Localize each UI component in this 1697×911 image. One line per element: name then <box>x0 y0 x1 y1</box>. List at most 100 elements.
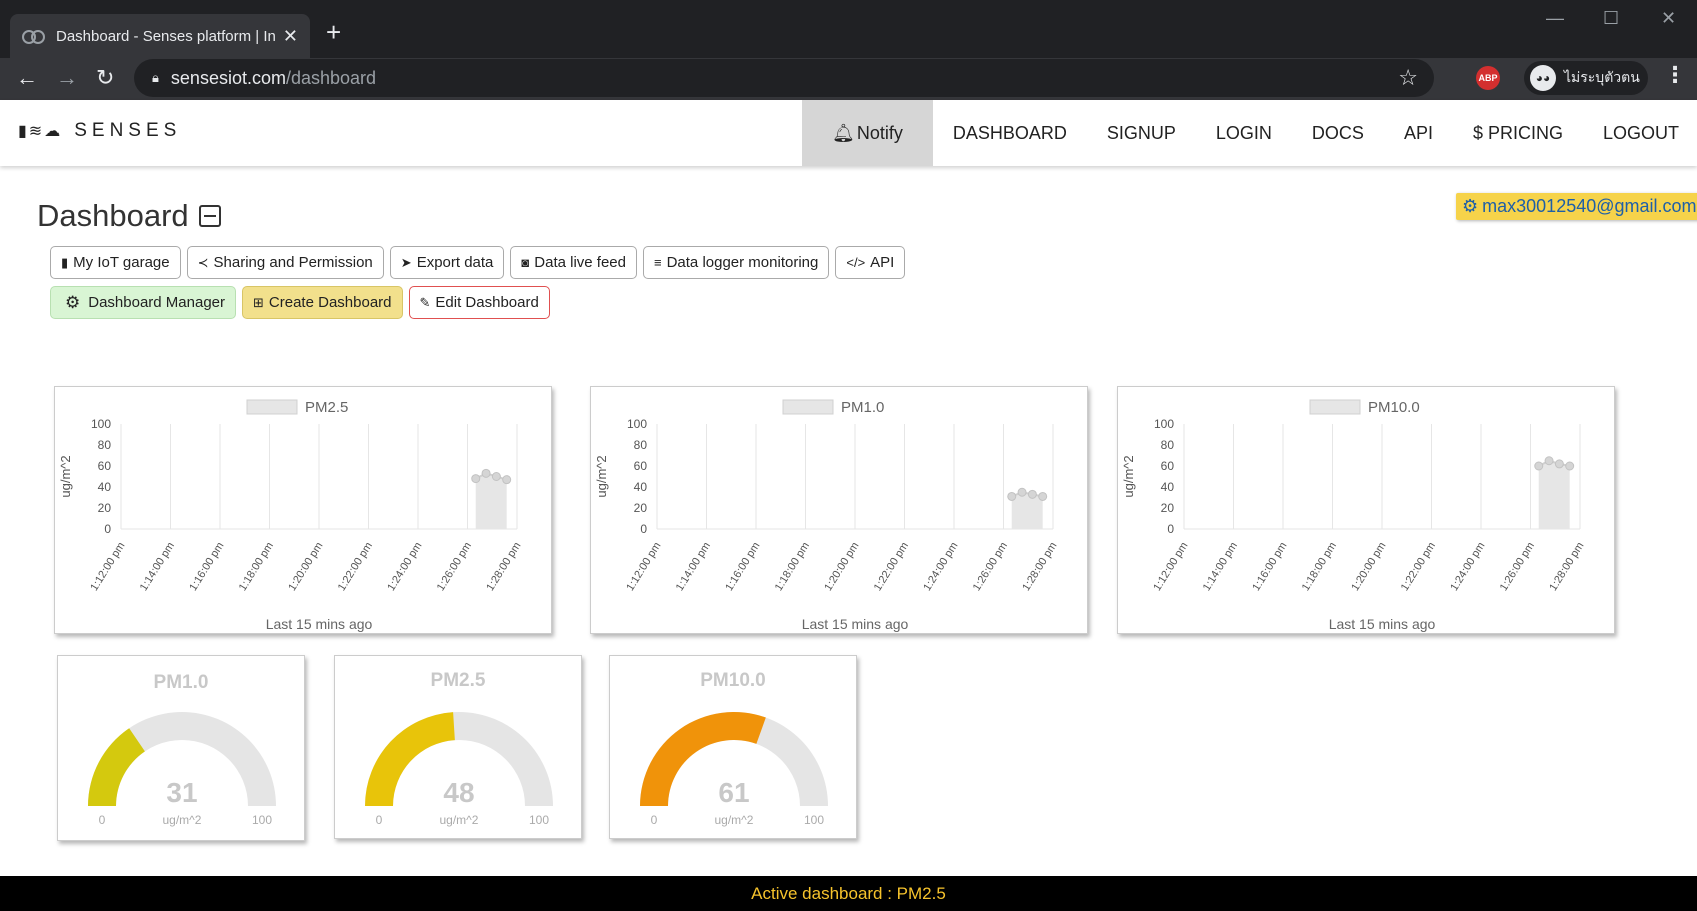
page-title-text: Dashboard <box>37 198 189 233</box>
data-point <box>471 474 481 484</box>
data-live-feed-button[interactable]: ◙ Data live feed <box>510 246 637 279</box>
browser-tab[interactable]: Dashboard - Senses platform | In ✕ <box>10 14 310 58</box>
minimize-icon[interactable]: — <box>1546 8 1564 29</box>
gauge-card-pm25: PM2.5 48 ug/m^2 0 100 <box>334 655 582 839</box>
area-fill <box>1011 492 1043 529</box>
my-iot-garage-label: My IoT garage <box>73 254 170 271</box>
browser-toolbar: ← → ↻ 🔒︎ sensesiot.com/dashboard ☆ ABP ◕… <box>0 58 1697 100</box>
nav-menu: 🔔︎ Notify DASHBOARD SIGNUP LOGIN DOCS API… <box>801 100 1697 166</box>
back-icon[interactable]: ← <box>16 64 38 92</box>
nav-docs[interactable]: DOCS <box>1292 100 1384 166</box>
y-tick-label: 100 <box>1154 417 1174 431</box>
gauge-unit: ug/m^2 <box>163 813 202 827</box>
gauge-fill <box>365 712 455 806</box>
x-tick-label: 1:18:00 pm <box>237 540 276 593</box>
data-point <box>1007 491 1017 501</box>
legend-label: PM10.0 <box>1368 399 1420 416</box>
x-tick-label: 1:24:00 pm <box>921 540 960 593</box>
reload-icon[interactable]: ↻ <box>96 64 114 92</box>
y-tick-label: 60 <box>1161 459 1175 473</box>
area-fill <box>475 473 507 529</box>
adblock-icon[interactable]: ABP <box>1476 66 1500 90</box>
gauge-unit: ug/m^2 <box>715 813 754 827</box>
profile-name: ไม่ระบุตัวตน <box>1564 69 1640 85</box>
nav-signup[interactable]: SIGNUP <box>1087 100 1196 166</box>
menu-icon[interactable]: ⋮ <box>1664 62 1686 88</box>
chart-pm25: PM2.5 100 80 60 40 20 0 ug/m^2 1:12:00 pm 1:14:00… <box>58 399 524 632</box>
bookmark-star-icon[interactable]: ☆ <box>1398 65 1418 91</box>
site-navbar: ▮≋☁ SENSES 🔔︎ Notify DASHBOARD SIGNUP LOG… <box>0 100 1697 166</box>
y-tick-label: 20 <box>98 501 112 515</box>
share-icon: ≺ <box>197 254 209 270</box>
data-point <box>491 472 501 481</box>
nav-notify[interactable]: 🔔︎ Notify <box>801 100 933 166</box>
gauge-value: 61 <box>718 777 749 808</box>
gauge-max: 100 <box>252 813 272 827</box>
x-tick-label: 1:28:00 pm <box>1020 540 1059 593</box>
nav-logout[interactable]: LOGOUT <box>1583 100 1697 166</box>
x-tick-label: 1:28:00 pm <box>1547 540 1586 593</box>
y-axis-label: ug/m^2 <box>594 455 609 497</box>
maximize-icon[interactable]: ☐ <box>1603 8 1619 29</box>
collapse-icon[interactable] <box>198 205 221 227</box>
y-tick-label: 40 <box>634 480 648 494</box>
data-point <box>1544 456 1554 466</box>
x-tick-label: 1:12:00 pm <box>1151 540 1190 593</box>
y-axis-label: ug/m^2 <box>1121 455 1136 497</box>
my-iot-garage-button[interactable]: ▮ My IoT garage <box>50 246 181 279</box>
y-tick-label: 100 <box>627 417 647 431</box>
data-point <box>481 468 491 478</box>
paper-plane-icon: ➤ <box>400 254 412 270</box>
data-point <box>1554 459 1564 469</box>
close-icon[interactable]: ✕ <box>283 26 298 47</box>
y-tick-label: 0 <box>104 522 111 536</box>
nav-dashboard[interactable]: DASHBOARD <box>933 100 1087 166</box>
data-logger-monitoring-button[interactable]: ≡ Data logger monitoring <box>643 246 830 279</box>
infinity-icon <box>22 30 45 44</box>
device-wifi-cloud-icon: ▮≋☁ <box>18 123 63 140</box>
export-data-button[interactable]: ➤ Export data <box>389 246 505 279</box>
nav-login[interactable]: LOGIN <box>1196 100 1292 166</box>
x-tick-label: 1:18:00 pm <box>773 540 812 593</box>
x-tick-label: 1:14:00 pm <box>674 540 713 593</box>
chart-card-pm10: PM1.0 100 80 60 40 20 0 ug/m^2 1:12:00 pm 1:14:00… <box>590 386 1088 634</box>
data-point <box>1027 489 1037 499</box>
lock-icon: 🔒︎ <box>152 70 159 85</box>
y-tick-label: 40 <box>1161 480 1175 494</box>
x-tick-label: 1:26:00 pm <box>1498 540 1537 593</box>
legend-swatch <box>782 399 834 415</box>
gauge-unit: ug/m^2 <box>440 813 479 827</box>
data-point <box>1017 487 1027 497</box>
y-tick-label: 20 <box>1161 501 1175 515</box>
legend-label: PM2.5 <box>305 399 348 416</box>
dashboard-manager-button[interactable]: ⚙ Dashboard Manager <box>50 286 237 319</box>
user-email-badge[interactable]: ⚙ max30012540@gmail.com <box>1456 193 1697 220</box>
nav-pricing[interactable]: $ PRICING <box>1453 100 1583 166</box>
incognito-icon: ◕◕ <box>1530 65 1556 91</box>
edit-dashboard-button[interactable]: ✎ Edit Dashboard <box>408 286 550 319</box>
area-fill <box>1538 460 1570 529</box>
brand-logo[interactable]: ▮≋☁ SENSES <box>18 120 181 142</box>
new-tab-button[interactable]: + <box>326 18 341 46</box>
profile-button[interactable]: ◕◕ ไม่ระบุตัวตน <box>1524 61 1648 95</box>
gauge-value: 31 <box>166 777 197 808</box>
x-axis-label: Last 15 mins ago <box>266 616 373 632</box>
sharing-permission-button[interactable]: ≺ Sharing and Permission <box>186 246 384 279</box>
close-window-icon[interactable]: ✕ <box>1661 8 1676 29</box>
data-point <box>1565 461 1575 471</box>
y-tick-label: 0 <box>1167 522 1174 536</box>
chart-card-pm25: PM2.5 100 80 60 40 20 0 ug/m^2 1:12:00 pm 1:14:00… <box>54 386 552 634</box>
rss-icon: ◙ <box>521 255 530 270</box>
api-button[interactable]: </> API <box>835 246 906 279</box>
address-bar[interactable]: 🔒︎ sensesiot.com/dashboard ☆ <box>134 59 1434 97</box>
gauge-min: 0 <box>376 813 383 827</box>
edit-dashboard-label: Edit Dashboard <box>435 294 539 311</box>
gear-icon: ⚙ <box>65 292 81 312</box>
forward-icon[interactable]: → <box>56 64 78 92</box>
gauge-pm100: 61 ug/m^2 0 100 <box>640 712 828 827</box>
code-icon: </> <box>846 255 866 270</box>
nav-api[interactable]: API <box>1384 100 1453 166</box>
create-dashboard-button[interactable]: ⊞ Create Dashboard <box>242 286 403 319</box>
url-path: /dashboard <box>285 67 377 88</box>
gauge-max: 100 <box>529 813 549 827</box>
